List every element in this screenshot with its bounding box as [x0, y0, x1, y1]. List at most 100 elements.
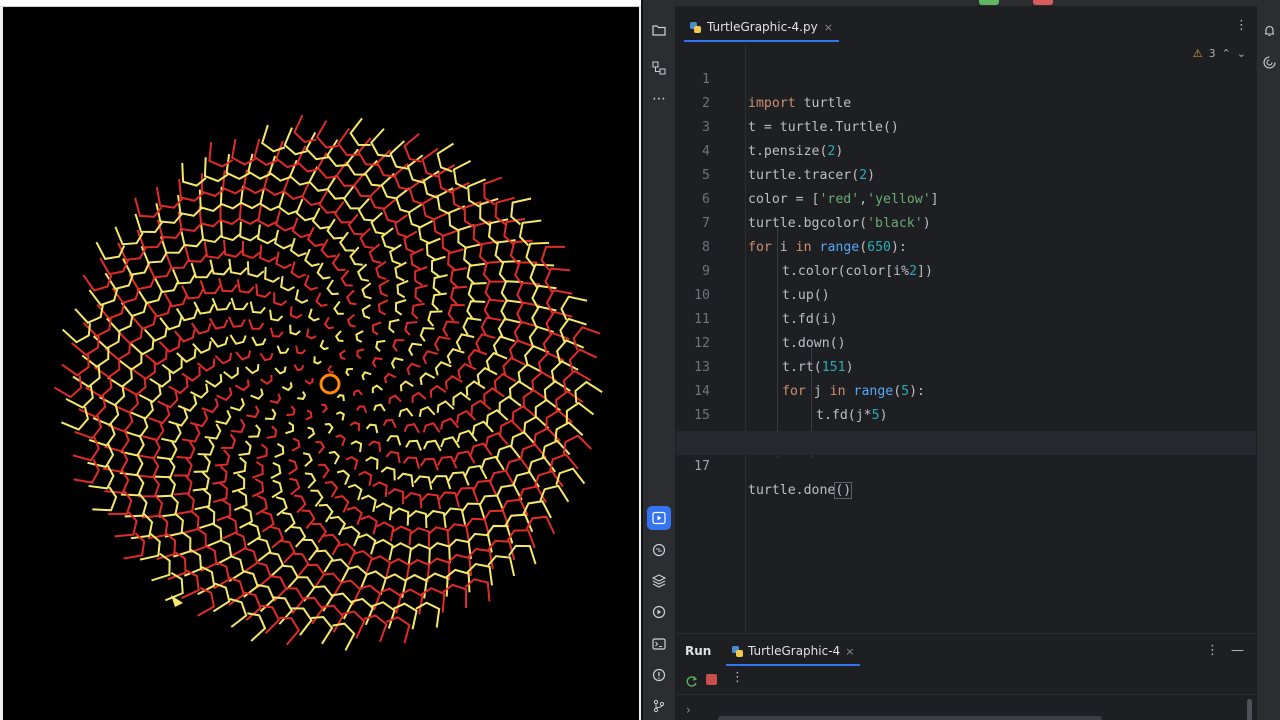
spiral-mark — [425, 509, 447, 528]
spiral-mark — [229, 397, 245, 412]
run-config-chip[interactable] — [979, 0, 999, 5]
spiral-mark — [442, 320, 460, 338]
spiral-mark — [248, 424, 261, 438]
spiral-mark — [189, 527, 207, 554]
spiral-mark — [211, 297, 232, 311]
spiral-mark — [542, 331, 570, 356]
spiral-mark — [238, 440, 252, 457]
options-menu-icon[interactable]: ⋮ — [1206, 643, 1219, 658]
spiral-mark — [235, 350, 252, 361]
tab-turtlegraphic-4-py[interactable]: TurtleGraphic-4.py × — [684, 14, 839, 42]
spiral-mark — [368, 440, 382, 452]
spiral-mark — [447, 304, 465, 322]
spiral-mark — [251, 336, 267, 347]
spiral-mark — [339, 349, 346, 361]
spiral-mark — [430, 475, 452, 490]
spiral-mark — [419, 458, 439, 471]
spiral-mark — [392, 339, 405, 352]
spiral-mark — [355, 330, 364, 343]
spiral-mark — [368, 184, 386, 210]
more-actions-icon[interactable]: ⋮ — [731, 670, 744, 685]
spiral-mark — [331, 252, 346, 271]
spiral-mark — [399, 588, 424, 615]
console-horizontal-scrollbar[interactable] — [718, 716, 1102, 720]
minimize-icon[interactable]: — — [1231, 643, 1244, 658]
spiral-mark — [173, 474, 193, 496]
spiral-mark — [228, 258, 248, 276]
spiral-mark — [228, 316, 246, 328]
console-vertical-scrollbar[interactable] — [1247, 699, 1252, 720]
run-tool-icon[interactable] — [647, 506, 671, 530]
problems-icon[interactable] — [647, 663, 671, 687]
spiral-mark — [304, 248, 320, 267]
spiral-mark — [345, 289, 357, 306]
spiral-mark — [352, 389, 363, 396]
python-console-icon[interactable] — [647, 538, 671, 562]
spiral-mark — [236, 279, 255, 294]
spiral-mark — [469, 442, 493, 456]
spiral-mark — [205, 374, 223, 388]
spiral-mark — [273, 292, 288, 307]
spiral-mark — [365, 456, 379, 470]
terminal-icon[interactable] — [647, 632, 671, 656]
spiral-mark — [523, 415, 550, 435]
spiral-mark — [327, 364, 334, 374]
spiral-mark — [361, 304, 371, 320]
spiral-mark — [159, 316, 183, 331]
spiral-mark — [291, 437, 301, 452]
code-editor[interactable]: ⚠ 3 ⌃ ⌄ 1 import turtle 2 t = turtle.Tur… — [676, 44, 1256, 632]
spiral-mark — [285, 421, 295, 435]
spiral-mark — [409, 526, 430, 547]
tab-options-icon[interactable]: ⋮ — [1235, 18, 1248, 33]
spiral-mark — [144, 348, 168, 366]
stop-icon[interactable] — [706, 674, 717, 685]
turtle-window-titlebar[interactable] — [0, 0, 641, 7]
stop-chip[interactable] — [1033, 0, 1053, 5]
tab-close-icon[interactable]: × — [824, 21, 833, 34]
spiral-mark — [370, 211, 386, 235]
spiral-mark — [247, 153, 272, 180]
spiral-mark — [559, 317, 587, 343]
spiral-mark — [375, 260, 387, 281]
structure-icon[interactable] — [647, 56, 671, 80]
spiral-mark — [181, 425, 201, 443]
project-folder-icon[interactable] — [647, 18, 671, 42]
more-tools-icon[interactable]: ⋯ — [647, 87, 671, 111]
run-tab-close-icon[interactable]: × — [845, 645, 854, 658]
console-output[interactable]: › — [676, 694, 1256, 720]
spiral-mark — [292, 552, 310, 577]
ai-assistant-icon[interactable] — [1259, 52, 1279, 72]
spiral-mark — [140, 245, 169, 264]
spiral-mark — [247, 612, 267, 642]
spiral-mark — [462, 317, 482, 336]
spiral-mark — [539, 484, 570, 503]
spiral-mark — [158, 337, 181, 353]
spiral-mark — [212, 582, 231, 613]
spiral-mark — [222, 239, 244, 258]
run-tab-turtlegraphic-4[interactable]: TurtleGraphic-4 × — [726, 638, 861, 666]
spiral-mark — [138, 384, 162, 404]
run-tab-label: TurtleGraphic-4 — [748, 644, 841, 658]
code-line-5: 5 color = ['red','yellow'] — [702, 168, 939, 207]
code-line-2: 2 t = turtle.Turtle() — [702, 96, 899, 135]
spiral-mark — [305, 328, 317, 340]
spiral-mark — [363, 614, 388, 643]
spiral-mark — [196, 358, 216, 372]
notifications-icon[interactable] — [1259, 20, 1279, 40]
spiral-mark — [132, 361, 156, 381]
rerun-icon[interactable] — [685, 673, 698, 692]
spiral-mark — [146, 261, 173, 279]
services-icon[interactable] — [647, 600, 671, 624]
spiral-mark — [231, 531, 247, 557]
spiral-mark — [230, 297, 249, 311]
python-file-icon — [690, 21, 701, 33]
spiral-mark — [143, 326, 168, 342]
spiral-mark — [234, 379, 250, 392]
python-packages-icon[interactable] — [647, 569, 671, 593]
ide-window: ⋯ TurtleGraphic-4.py × ⋮ ⚠ 3 ⌃ ⌄ 1 impor… — [643, 0, 1280, 720]
spiral-mark — [268, 551, 285, 577]
spiral-mark — [229, 598, 248, 628]
spiral-mark — [396, 472, 414, 488]
tab-label: TurtleGraphic-4.py — [707, 20, 818, 34]
git-icon[interactable] — [647, 694, 671, 718]
